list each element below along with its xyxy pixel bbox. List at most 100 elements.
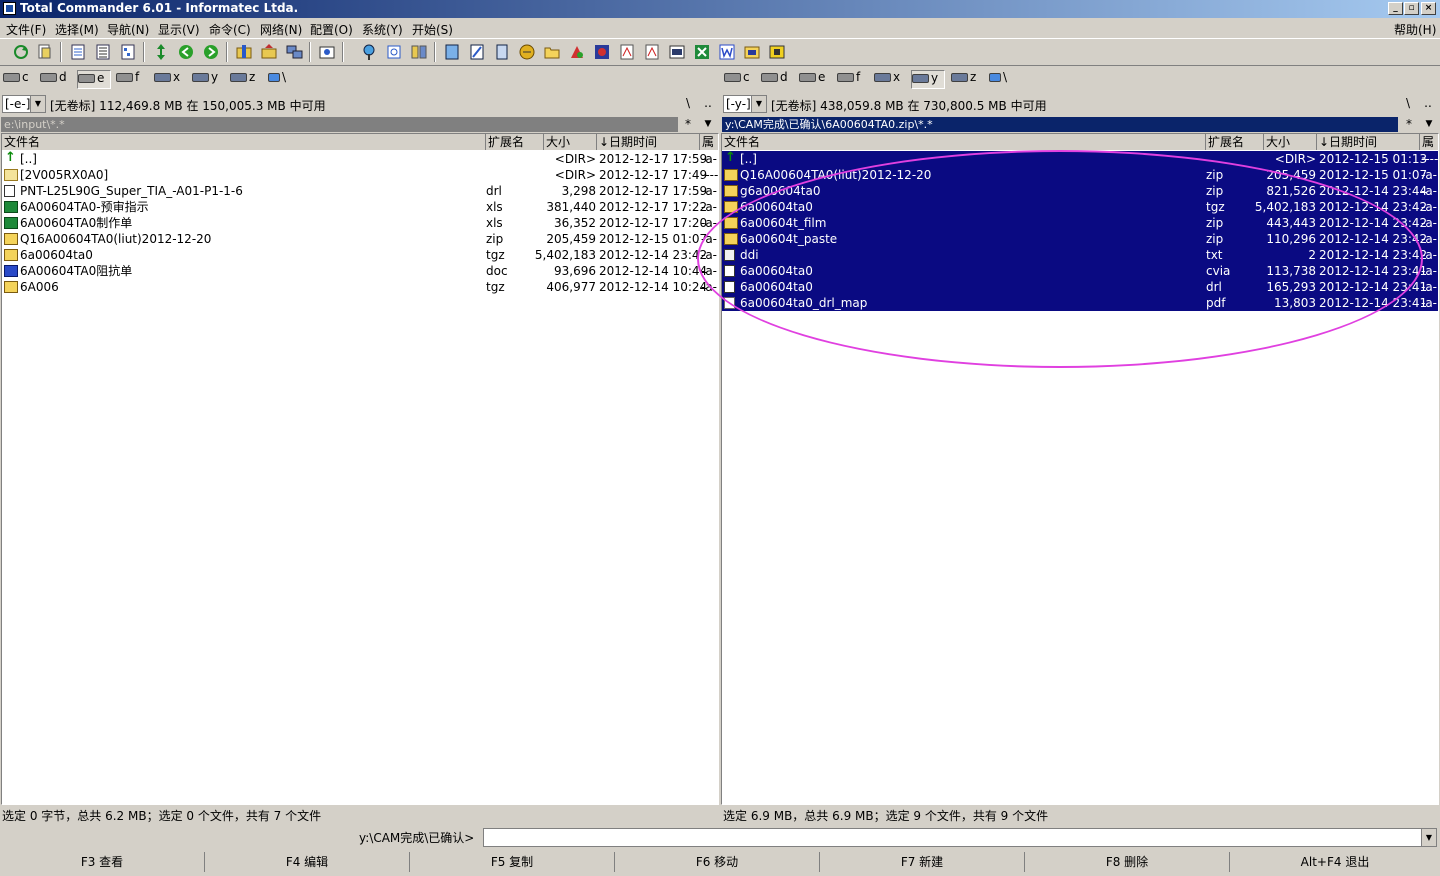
file-row[interactable]: 6a00604ta0 tgz 5,402,183 2012-12-14 23:42 -a…: [722, 199, 1438, 215]
altf4-exit-button[interactable]: Alt+F4 退出: [1230, 852, 1440, 872]
drive-y-button[interactable]: y: [911, 70, 945, 89]
col-ext[interactable]: 扩展名: [1206, 134, 1264, 150]
brief-view-icon[interactable]: [69, 43, 87, 61]
f5-copy-button[interactable]: F5 复制: [410, 852, 615, 872]
refresh-icon[interactable]: [12, 43, 30, 61]
drive-x-button[interactable]: x: [154, 70, 180, 87]
right-up-button[interactable]: ..: [1419, 95, 1437, 113]
file-row[interactable]: [..] <DIR>2012-12-17 17:59-a-: [2, 150, 718, 167]
folder-icon[interactable]: [543, 43, 561, 61]
find-icon[interactable]: [360, 43, 378, 61]
network-drive-icon[interactable]: [285, 43, 303, 61]
drive-f-button[interactable]: f: [837, 70, 860, 87]
notepad-icon[interactable]: [443, 43, 461, 61]
drive-c-button[interactable]: c: [3, 70, 29, 87]
calc-icon[interactable]: [493, 43, 511, 61]
sync-dirs-icon[interactable]: [410, 43, 428, 61]
cam-tool-icon[interactable]: [768, 43, 786, 61]
left-drive-combo[interactable]: [-e-] ▼: [2, 95, 46, 113]
drive-d-button[interactable]: d: [761, 70, 788, 87]
file-row[interactable]: 6a00604ta0 cvia 113,738 2012-12-14 23:41 -a-: [722, 263, 1438, 279]
menu-view[interactable]: 显示(V): [158, 21, 200, 38]
drive-x-button[interactable]: x: [874, 70, 900, 87]
col-date[interactable]: ↓日期时间: [1317, 134, 1420, 150]
unpack-icon[interactable]: [260, 43, 278, 61]
back-icon[interactable]: [177, 43, 195, 61]
excel-icon[interactable]: [693, 43, 711, 61]
menu-start[interactable]: 开始(S): [412, 21, 453, 38]
tree-view-icon[interactable]: [119, 43, 137, 61]
forward-icon[interactable]: [202, 43, 220, 61]
col-name[interactable]: 文件名: [2, 134, 486, 150]
file-row[interactable]: g6a00604ta0 zip 821,526 2012-12-14 23:44 -a-: [722, 183, 1438, 199]
left-root-button[interactable]: \: [679, 95, 697, 113]
tool-ball-icon[interactable]: [518, 43, 536, 61]
word-icon[interactable]: [718, 43, 736, 61]
f6-move-button[interactable]: F6 移动: [615, 852, 820, 872]
full-view-icon[interactable]: [94, 43, 112, 61]
file-row[interactable]: 6A00604TA0-预审指示 xls 381,440 2012-12-17 17:2…: [2, 199, 718, 215]
file-row[interactable]: 6a00604ta0_drl_map pdf 13,803 2012-12-14 23…: [722, 295, 1438, 311]
copy-names-icon[interactable]: [36, 43, 54, 61]
globe-icon[interactable]: [593, 43, 611, 61]
col-ext[interactable]: 扩展名: [486, 134, 544, 150]
col-date[interactable]: ↓日期时间: [597, 134, 700, 150]
menu-system[interactable]: 系统(Y): [362, 21, 403, 38]
left-star-button[interactable]: *: [679, 116, 697, 134]
network-neighborhood-button[interactable]: \: [989, 70, 1007, 87]
col-size[interactable]: 大小: [544, 134, 597, 150]
file-row[interactable]: 6A00604TA0阻抗单 doc 93,696 2012-12-14 10:44 -a…: [2, 263, 718, 279]
right-path-bar[interactable]: y:\CAM完成\已确认\6A00604TA0.zip\*.*: [722, 117, 1398, 132]
drive-z-button[interactable]: z: [230, 70, 255, 87]
swap-panels-icon[interactable]: [152, 43, 170, 61]
multi-rename-icon[interactable]: [385, 43, 403, 61]
f3-view-button[interactable]: F3 查看: [0, 852, 205, 872]
network-neighborhood-button[interactable]: \: [268, 70, 286, 87]
menu-config[interactable]: 配置(O): [310, 21, 353, 38]
file-row[interactable]: Q16A00604TA0(liut)2012-12-20 zip 205,459 20…: [722, 167, 1438, 183]
menu-select[interactable]: 选择(M): [55, 21, 99, 38]
command-line-input[interactable]: ▼: [483, 828, 1437, 847]
close-button[interactable]: ×: [1421, 2, 1436, 15]
pack-icon[interactable]: [235, 43, 253, 61]
menu-navigate[interactable]: 导航(N): [107, 21, 149, 38]
cmd-icon[interactable]: [668, 43, 686, 61]
right-star-button[interactable]: *: [1400, 116, 1418, 134]
minimize-button[interactable]: _: [1388, 2, 1403, 15]
col-name[interactable]: 文件名: [722, 134, 1206, 150]
right-drive-combo[interactable]: [-y-] ▼: [723, 95, 767, 113]
file-row[interactable]: ddi txt 2 2012-12-14 23:42 -a-: [722, 247, 1438, 263]
file-row[interactable]: 6A006 tgz 406,977 2012-12-14 10:24 -a-: [2, 279, 718, 295]
left-up-button[interactable]: ..: [699, 95, 717, 113]
col-attr[interactable]: 属: [1420, 134, 1438, 150]
paint-icon[interactable]: [568, 43, 586, 61]
pdf-writer-icon[interactable]: [643, 43, 661, 61]
pdf-icon[interactable]: [618, 43, 636, 61]
menu-help[interactable]: 帮助(H): [1394, 21, 1436, 38]
right-history-button[interactable]: ▼: [1420, 116, 1438, 134]
file-row[interactable]: 6a00604ta0 drl 165,293 2012-12-14 23:41 -a-: [722, 279, 1438, 295]
archive-viewer-icon[interactable]: [743, 43, 761, 61]
drive-z-button[interactable]: z: [951, 70, 976, 87]
file-row[interactable]: [..] <DIR>2012-12-15 01:13----: [722, 150, 1438, 167]
col-size[interactable]: 大小: [1264, 134, 1317, 150]
left-path-bar[interactable]: e:\input\*.*: [1, 117, 678, 132]
file-row[interactable]: 6a00604ta0 tgz 5,402,183 2012-12-14 23:42 -a…: [2, 247, 718, 263]
drive-e-button[interactable]: e: [77, 70, 111, 89]
ftp-icon[interactable]: [318, 43, 336, 61]
menu-network[interactable]: 网络(N): [260, 21, 302, 38]
file-row[interactable]: 6a00604t_paste zip 110,296 2012-12-14 23:42…: [722, 231, 1438, 247]
drive-c-button[interactable]: c: [724, 70, 750, 87]
drive-d-button[interactable]: d: [40, 70, 67, 87]
f4-edit-button[interactable]: F4 编辑: [205, 852, 410, 872]
menu-commands[interactable]: 命令(C): [209, 21, 251, 38]
file-row[interactable]: [2V005RX0A0] <DIR> 2012-12-17 17:49 ----: [2, 167, 718, 183]
file-row[interactable]: 6a00604t_film zip 443,443 2012-12-14 23:42-…: [722, 215, 1438, 231]
f8-delete-button[interactable]: F8 删除: [1025, 852, 1230, 872]
drive-f-button[interactable]: f: [116, 70, 139, 87]
right-file-panel[interactable]: 文件名 扩展名 大小 ↓日期时间 属 [..] <DIR>2012-12-15 0…: [721, 133, 1439, 805]
maximize-button[interactable]: ▫: [1404, 2, 1419, 15]
file-row[interactable]: PNT-L25L90G_Super_TIA_-A01-P1-1-6 drl 3,29…: [2, 183, 718, 199]
drive-y-button[interactable]: y: [192, 70, 218, 87]
left-history-button[interactable]: ▼: [699, 116, 717, 134]
